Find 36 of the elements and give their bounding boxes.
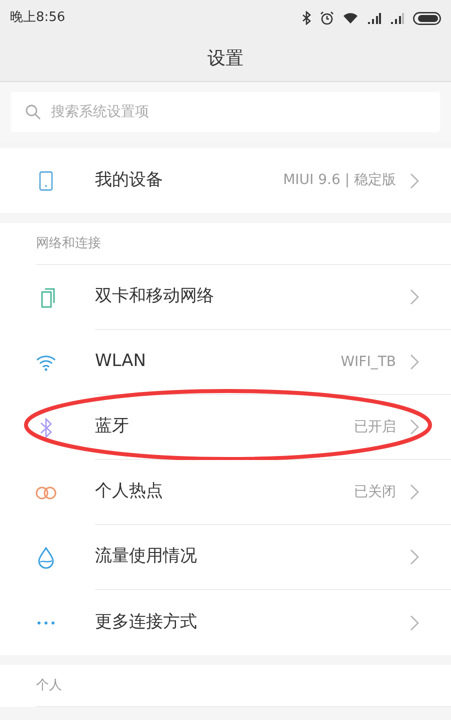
section-header: 个人 bbox=[36, 676, 62, 695]
chevron-icon bbox=[410, 354, 419, 370]
chevron-icon bbox=[410, 172, 419, 188]
wifi-icon bbox=[343, 12, 358, 24]
battery-icon bbox=[413, 12, 441, 24]
bluetooth-icon bbox=[38, 418, 52, 438]
search-field[interactable]: 搜索系统设置项 bbox=[11, 92, 440, 132]
item-value: WIFI_TB bbox=[340, 352, 396, 372]
chevron-icon bbox=[410, 484, 419, 500]
search-icon bbox=[25, 104, 41, 120]
status-time: 晚上8:56 bbox=[10, 9, 66, 28]
hotspot-icon bbox=[34, 486, 56, 500]
chevron-icon bbox=[410, 289, 419, 305]
phone-icon bbox=[38, 170, 52, 190]
more-dots-icon bbox=[36, 620, 54, 624]
chevron-icon bbox=[410, 614, 419, 630]
page-title: 设置 bbox=[208, 47, 244, 71]
wifi-icon bbox=[36, 354, 56, 370]
item-label: 我的设备 bbox=[95, 168, 164, 192]
chevron-icon bbox=[410, 549, 419, 565]
signal-icon bbox=[367, 12, 381, 24]
item-label: 个人热点 bbox=[95, 480, 164, 504]
chevron-icon bbox=[410, 419, 419, 435]
item-label: 流量使用情况 bbox=[95, 545, 198, 568]
bluetooth-icon bbox=[302, 11, 311, 25]
item-label: WLAN bbox=[95, 350, 148, 374]
item-label: 蓝牙 bbox=[95, 415, 130, 438]
item-value: 已开启 bbox=[354, 418, 396, 436]
item-value: 已关闭 bbox=[354, 482, 396, 502]
item-value: MIUI 9.6 | 稳定版 bbox=[283, 171, 396, 190]
alarm-icon bbox=[320, 11, 334, 25]
water-drop-icon bbox=[36, 546, 54, 568]
item-label: 更多连接方式 bbox=[95, 610, 198, 634]
section-header: 网络和连接 bbox=[36, 234, 101, 253]
item-label: 双卡和移动网络 bbox=[95, 285, 215, 308]
signal-icon bbox=[390, 12, 404, 24]
